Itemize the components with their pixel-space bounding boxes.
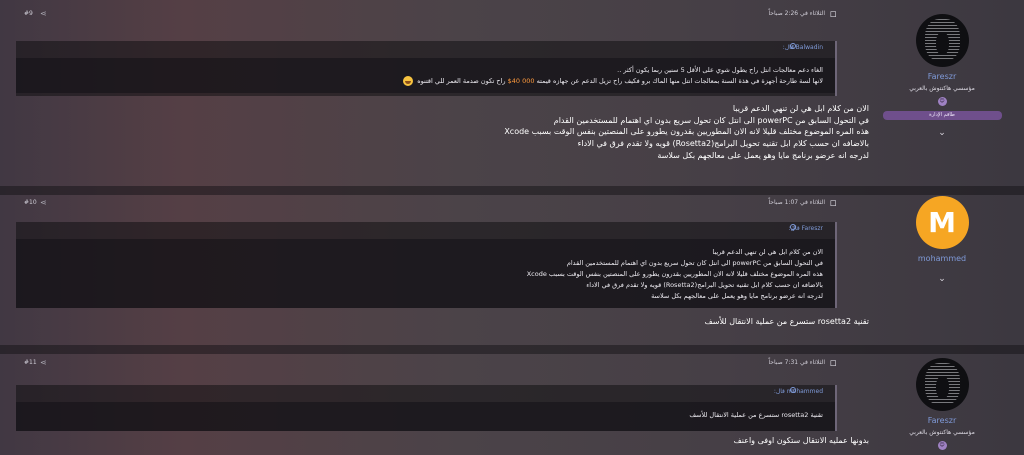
user-title: مؤسسي هاكنتوش بالعربي bbox=[909, 429, 975, 436]
post-body: تقنية rosetta2 ستسرع من عملية الانتقال ل… bbox=[169, 316, 869, 328]
bookmark-dot-icon[interactable]: ▫ bbox=[830, 196, 837, 209]
quote-line: هذه المره الموضوع مختلف قليلا لانه الان … bbox=[526, 270, 823, 278]
quote-line: الان من كلام ابل هي لن تنهي الدعم قريبا bbox=[712, 248, 823, 256]
price-highlight: 000 40$ bbox=[507, 77, 535, 85]
quote-line: بالاضافه ان حسب كلام ابل تقنيه تحويل الب… bbox=[586, 281, 823, 289]
quote-header[interactable]: ↑ Balwadin قال: bbox=[16, 41, 835, 58]
post-meta: #9 ⋖ الثلاثاء في 2:26 صباحاً ▫ bbox=[16, 6, 851, 28]
user-badge-icon: ☺ bbox=[937, 441, 947, 450]
quote-line: في التحول السابق من powerPC الى انتل كان… bbox=[566, 259, 823, 267]
share-icon[interactable]: ⋖ bbox=[40, 9, 47, 18]
user-card: Fareszr مؤسسي هاكنتوش بالعربي ☺ طاقم الإ… bbox=[867, 14, 1017, 138]
masked-figure-avatar[interactable] bbox=[915, 358, 969, 411]
user-card: Fareszr مؤسسي هاكنتوش بالعربي ☺ bbox=[867, 358, 1017, 450]
post-date-link[interactable]: الثلاثاء في 1:07 صباحاً bbox=[768, 199, 825, 206]
quote-author[interactable]: Fareszr قال: bbox=[789, 225, 823, 232]
post-line: تقنية rosetta2 ستسرع من عملية الانتقال ل… bbox=[704, 317, 869, 326]
post-line: الان من كلام ابل هي لن تنهي الدعم قريبا bbox=[732, 104, 869, 113]
user-title: مؤسسي هاكنتوش بالعربي bbox=[909, 85, 975, 92]
quote-author[interactable]: Balwadin قال: bbox=[783, 44, 823, 51]
quote-block: ↑ Fareszr قال: الان من كلام ابل هي لن تن… bbox=[16, 222, 837, 308]
bookmark-dot-icon[interactable]: ▫ bbox=[830, 7, 837, 20]
laughing-emoji-icon bbox=[403, 76, 414, 86]
chevron-down-icon[interactable]: ⌄ bbox=[867, 274, 1017, 284]
post-separator bbox=[0, 345, 1024, 354]
quote-header[interactable]: ↑ Fareszr قال: bbox=[16, 222, 835, 239]
share-icon[interactable]: ⋖ bbox=[40, 198, 47, 207]
quote-body: الان من كلام ابل هي لن تنهي الدعم قريبا … bbox=[16, 239, 835, 308]
username-link[interactable]: Fareszr bbox=[867, 416, 1017, 425]
quote-block: ↑ Balwadin قال: الغاء دعم معالجات انتل ر… bbox=[16, 41, 837, 96]
quote-line: لانها لسة طارحة أجهزة في هذة السنة بمعال… bbox=[28, 76, 823, 87]
masked-figure-avatar[interactable] bbox=[915, 14, 969, 67]
share-icon[interactable]: ⋖ bbox=[40, 358, 47, 367]
post-meta: #11 ⋖ الثلاثاء في 7:31 صباحاً ▫ bbox=[16, 355, 851, 377]
post-date-link[interactable]: الثلاثاء في 2:26 صباحاً bbox=[768, 10, 825, 17]
username-link[interactable]: Fareszr bbox=[867, 72, 1017, 81]
post-body: الان من كلام ابل هي لن تنهي الدعم قريبا … bbox=[169, 103, 869, 162]
quote-author[interactable]: mohammed قال: bbox=[774, 388, 823, 395]
user-badge-icon: ☺ bbox=[937, 97, 947, 106]
quote-line: الغاء دعم معالجات انتل راح يطول شوي على … bbox=[617, 66, 823, 74]
quote-body: الغاء دعم معالجات انتل راح يطول شوي على … bbox=[16, 58, 835, 93]
letter-avatar[interactable]: M bbox=[915, 196, 969, 249]
staff-rank-banner: طاقم الإدارة bbox=[882, 111, 1002, 120]
post-meta: #10 ⋖ الثلاثاء في 1:07 صباحاً ▫ bbox=[16, 195, 851, 217]
username-link[interactable]: mohammed bbox=[867, 254, 1017, 263]
quote-line: لدرجه انه عرضو برنامج مايا وهو يعمل على … bbox=[651, 292, 823, 300]
quote-body: تقنية rosetta2 ستسرع من عملية الانتقال ل… bbox=[16, 402, 835, 431]
post-number-link[interactable]: #11 bbox=[24, 359, 37, 366]
quote-header[interactable]: ↑ mohammed قال: bbox=[16, 385, 835, 402]
quote-block: ↑ mohammed قال: تقنية rosetta2 ستسرع من … bbox=[16, 385, 837, 431]
post-date-link[interactable]: الثلاثاء في 7:31 صباحاً bbox=[768, 359, 825, 366]
quote-line: تقنية rosetta2 ستسرع من عملية الانتقال ل… bbox=[689, 411, 823, 419]
post-separator bbox=[0, 186, 1024, 195]
post-line: لدرجه انه عرضو برنامج مايا وهو يعمل على … bbox=[657, 150, 869, 160]
post-body: بدونها عمليه الانتقال ستكون اوفى واعنف bbox=[169, 435, 869, 447]
bookmark-dot-icon[interactable]: ▫ bbox=[830, 356, 837, 369]
post-number-link[interactable]: #9 bbox=[24, 10, 33, 17]
post-line: بدونها عمليه الانتقال ستكون اوفى واعنف bbox=[733, 436, 869, 445]
user-card: M mohammed ⌄ bbox=[867, 196, 1017, 284]
post-line: هذه المره الموضوع مختلف قليلا لانه الان … bbox=[504, 127, 869, 137]
post-line: بالاضافه ان حسب كلام ابل تقنيه تحويل الب… bbox=[577, 139, 869, 149]
post-line: في التحول السابق من powerPC الى انتل كان… bbox=[553, 115, 869, 125]
post-9: #9 ⋖ الثلاثاء في 2:26 صباحاً ▫ bbox=[8, 6, 1006, 189]
chevron-down-icon[interactable]: ⌄ bbox=[867, 128, 1017, 138]
post-number-link[interactable]: #10 bbox=[24, 199, 37, 206]
